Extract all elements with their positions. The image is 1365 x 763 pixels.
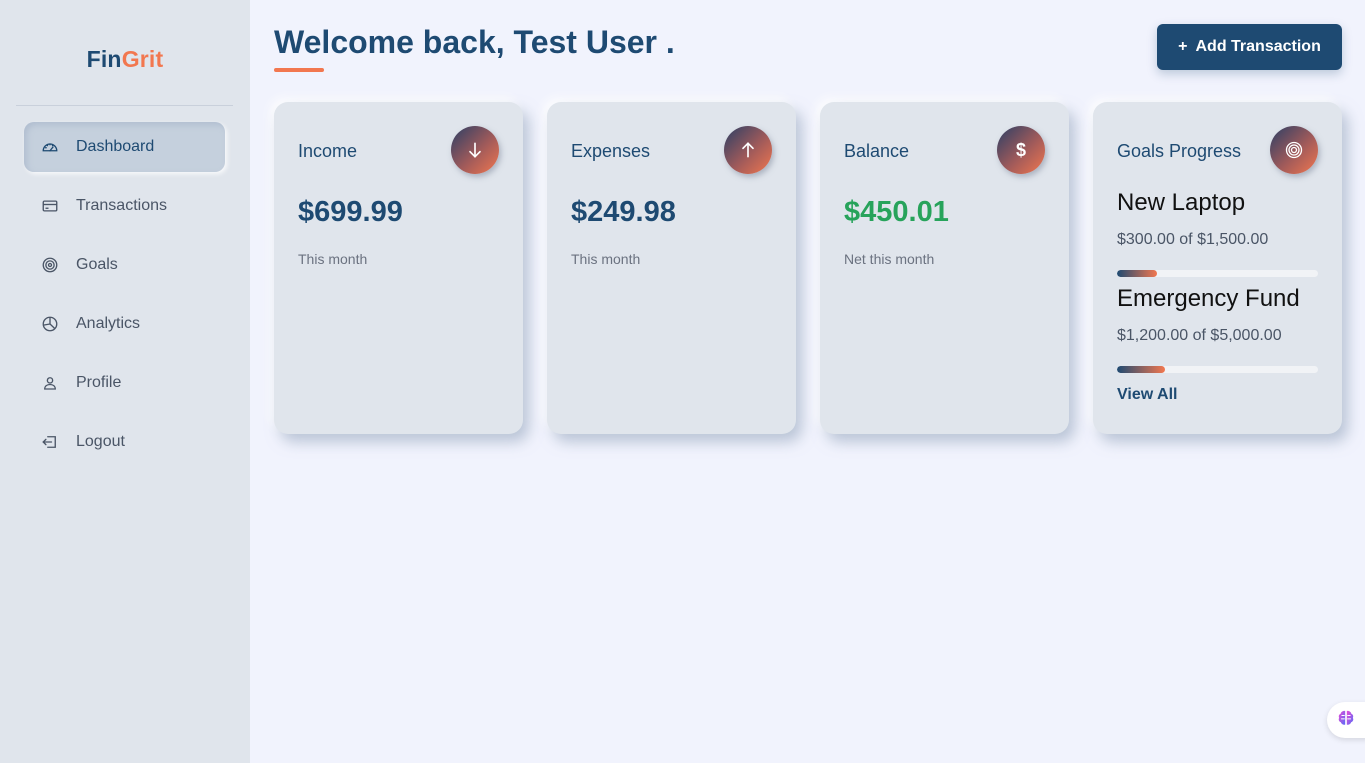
page-title: Welcome back, Test User . [274, 24, 675, 60]
sidebar-nav: Dashboard Transactions Goals Analytics P… [24, 122, 225, 476]
income-title: Income [298, 141, 358, 161]
add-transaction-label: Add Transaction [1195, 38, 1321, 55]
user-icon [41, 374, 59, 392]
brand-logo-part2: Grit [121, 46, 164, 72]
sidebar-item-label: Dashboard [76, 138, 155, 155]
pie-chart-icon [41, 315, 59, 333]
brand-logo-part1: Fin [86, 46, 122, 72]
goal-amount: $1,200.00 of $5,000.00 [1117, 327, 1282, 344]
title-underline [274, 68, 324, 72]
balance-card: Balance $ $450.01 Net this month [820, 102, 1069, 434]
brain-icon [1336, 708, 1356, 733]
credit-card-icon [41, 197, 59, 215]
assistant-button[interactable] [1327, 702, 1365, 738]
sidebar-item-analytics[interactable]: Analytics [24, 299, 225, 349]
goal-amount: $300.00 of $1,500.00 [1117, 231, 1269, 248]
sidebar-item-label: Transactions [76, 197, 167, 214]
view-all-goals-link[interactable]: View All [1117, 386, 1177, 404]
sidebar-divider [16, 105, 233, 106]
plus-icon: + [1178, 38, 1188, 55]
goal-progress-bar [1117, 366, 1318, 373]
sidebar-item-transactions[interactable]: Transactions [24, 181, 225, 231]
sidebar-item-label: Logout [76, 433, 125, 450]
income-subtitle: This month [298, 251, 368, 267]
expenses-subtitle: This month [571, 251, 641, 267]
goal-progress-fill [1117, 366, 1166, 373]
logout-icon [41, 433, 59, 451]
goal-progress-fill [1117, 270, 1158, 277]
expenses-card: Expenses $249.98 This month [547, 102, 796, 434]
target-icon [41, 256, 59, 274]
expenses-value: $249.98 [571, 196, 676, 228]
income-card: Income $699.99 This month [274, 102, 523, 434]
goal-name: New Laptop [1117, 189, 1246, 216]
target-icon [1270, 126, 1318, 174]
sidebar: FinGrit Dashboard Transactions Goals Ana… [0, 0, 250, 763]
goals-progress-card: Goals Progress New Laptop $300.00 of $1,… [1093, 102, 1342, 434]
balance-title: Balance [844, 141, 910, 161]
balance-subtitle: Net this month [844, 251, 935, 267]
sidebar-item-profile[interactable]: Profile [24, 358, 225, 408]
arrow-down-icon [451, 126, 499, 174]
goal-name: Emergency Fund [1117, 285, 1300, 312]
expenses-title: Expenses [571, 141, 651, 161]
balance-value: $450.01 [844, 196, 949, 228]
gauge-icon [41, 138, 59, 156]
add-transaction-button[interactable]: + Add Transaction [1157, 24, 1342, 70]
goals-progress-title: Goals Progress [1117, 141, 1242, 161]
sidebar-item-logout[interactable]: Logout [24, 417, 225, 467]
sidebar-item-goals[interactable]: Goals [24, 240, 225, 290]
goal-progress-bar [1117, 270, 1318, 277]
sidebar-item-label: Analytics [76, 315, 141, 332]
arrow-up-icon [724, 126, 772, 174]
sidebar-item-label: Goals [76, 256, 118, 273]
sidebar-item-label: Profile [76, 374, 122, 391]
sidebar-item-dashboard[interactable]: Dashboard [24, 122, 225, 172]
dollar-icon: $ [997, 126, 1045, 174]
income-value: $699.99 [298, 196, 403, 228]
brand-logo[interactable]: FinGrit [0, 46, 250, 73]
